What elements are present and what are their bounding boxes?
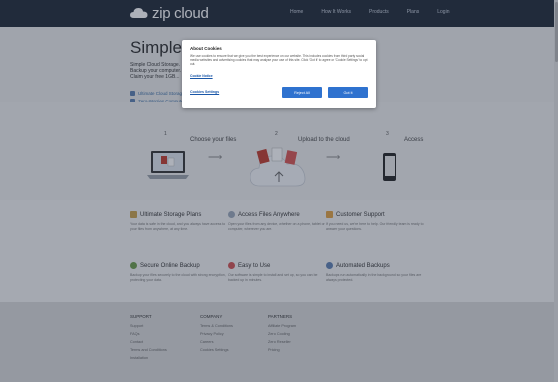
cookie-notice-link[interactable]: Cookie Notice [190,74,213,78]
dialog-body: We use cookies to ensure that we give yo… [190,54,368,67]
dialog-title: About Cookies [190,46,222,51]
cookie-settings-link[interactable]: Cookies Settings [190,90,219,94]
accept-cookies-button[interactable]: Got it [328,87,368,98]
reject-all-button[interactable]: Reject All [282,87,322,98]
cookie-consent-dialog: About Cookies We use cookies to ensure t… [182,40,376,108]
